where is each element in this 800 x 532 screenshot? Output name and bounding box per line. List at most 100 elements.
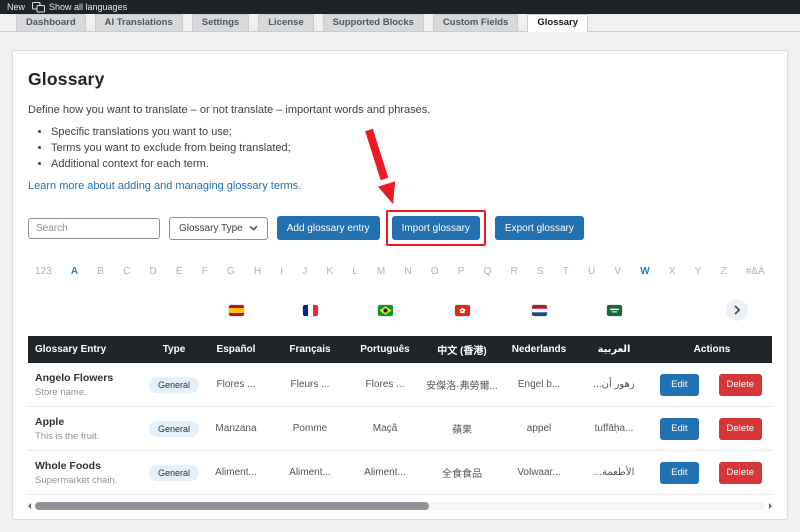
glossary-type-select-label: Glossary Type xyxy=(179,223,243,234)
chevron-down-icon xyxy=(249,225,258,231)
alphabet-letter-L[interactable]: L xyxy=(352,266,358,277)
alphabet-letter-C[interactable]: C xyxy=(123,266,130,277)
languages-icon xyxy=(32,2,45,13)
type-badge: General xyxy=(149,377,199,393)
alphabet-letter-N[interactable]: N xyxy=(404,266,411,277)
alphabet-letter-123[interactable]: 123 xyxy=(35,266,52,277)
alphabet-letter-J[interactable]: J xyxy=(302,266,307,277)
column-header-chinese: 中文 (香港) xyxy=(422,342,502,357)
alphabet-letter-F[interactable]: F xyxy=(202,266,208,277)
alphabet-letter-E[interactable]: E xyxy=(176,266,183,277)
alphabet-letter-V[interactable]: V xyxy=(614,266,621,277)
alphabet-letter-D[interactable]: D xyxy=(149,266,156,277)
translation-french: Pomme xyxy=(272,423,348,434)
tab-license[interactable]: License xyxy=(258,14,313,31)
chevron-right-icon xyxy=(733,305,741,315)
translation-dutch: Volwaar... xyxy=(502,467,576,478)
translation-chinese: 安傑洛·弗勞爾... xyxy=(422,377,502,392)
table-header-row: Glossary Entry Type Español Français Por… xyxy=(28,336,772,363)
alphabet-nav: 123 A B C D E F G H I J K L M N O P Q R S T U V W X Y Z #&À xyxy=(28,266,772,277)
feature-item: Specific translations you want to use; xyxy=(51,126,772,138)
alphabet-letter-X[interactable]: X xyxy=(669,266,676,277)
flag-netherlands-icon xyxy=(532,305,547,316)
translation-spanish: Flores ... xyxy=(200,379,272,390)
alphabet-letter-#&À[interactable]: #&À xyxy=(746,266,765,277)
alphabet-letter-I[interactable]: I xyxy=(280,266,283,277)
translation-french: Fleurs ... xyxy=(272,379,348,390)
alphabet-letter-U[interactable]: U xyxy=(588,266,595,277)
translation-arabic: ...الأطعمة xyxy=(576,467,652,478)
column-header-portuguese: Português xyxy=(348,344,422,355)
alphabet-letter-G[interactable]: G xyxy=(227,266,235,277)
edit-button[interactable]: Edit xyxy=(660,374,698,396)
export-glossary-button[interactable]: Export glossary xyxy=(495,216,584,240)
entry-note: Supermarket chain. xyxy=(35,475,148,486)
add-glossary-entry-button[interactable]: Add glossary entry xyxy=(277,216,380,240)
alphabet-letter-W[interactable]: W xyxy=(640,266,649,277)
tab-supported-blocks[interactable]: Supported Blocks xyxy=(323,14,424,31)
alphabet-letter-O[interactable]: O xyxy=(431,266,439,277)
alphabet-letter-S[interactable]: S xyxy=(537,266,544,277)
type-badge: General xyxy=(149,465,199,481)
import-glossary-button[interactable]: Import glossary xyxy=(392,216,480,240)
scroll-right-arrow[interactable] xyxy=(769,503,772,509)
alphabet-letter-Q[interactable]: Q xyxy=(484,266,492,277)
page-title: Glossary xyxy=(28,69,772,90)
admin-bar-languages[interactable]: Show all languages xyxy=(32,2,127,13)
delete-button[interactable]: Delete xyxy=(719,374,762,396)
translation-spanish: Aliment... xyxy=(200,467,272,478)
alphabet-letter-Z[interactable]: Z xyxy=(720,266,726,277)
scroll-left-arrow[interactable] xyxy=(28,503,31,509)
column-header-entry: Glossary Entry xyxy=(28,344,148,355)
edit-button[interactable]: Edit xyxy=(660,462,698,484)
tab-ai-translations[interactable]: AI Translations xyxy=(95,14,183,31)
entry-note: Store name. xyxy=(35,387,148,398)
delete-button[interactable]: Delete xyxy=(719,462,762,484)
flag-brazil-icon xyxy=(378,305,393,316)
delete-button[interactable]: Delete xyxy=(719,418,762,440)
flag-hong-kong-icon xyxy=(455,305,470,316)
tab-glossary[interactable]: Glossary xyxy=(527,14,588,32)
glossary-type-select[interactable]: Glossary Type xyxy=(169,217,268,240)
alphabet-letter-T[interactable]: T xyxy=(563,266,569,277)
page-description: Define how you want to translate – or no… xyxy=(28,104,772,116)
language-flags-row xyxy=(28,299,772,321)
feature-item: Additional context for each term. xyxy=(51,158,772,170)
flag-france-icon xyxy=(303,305,318,316)
next-languages-button[interactable] xyxy=(726,299,748,321)
entry-name: Angelo Flowers xyxy=(35,372,148,384)
column-header-spanish: Español xyxy=(200,344,272,355)
horizontal-scrollbar xyxy=(28,502,772,510)
translation-portuguese: Flores ... xyxy=(348,379,422,390)
alphabet-letter-H[interactable]: H xyxy=(254,266,261,277)
scrollbar-thumb[interactable] xyxy=(35,502,429,510)
translation-portuguese: Aliment... xyxy=(348,467,422,478)
glossary-toolbar: Glossary Type Add glossary entry Import … xyxy=(28,210,772,246)
alphabet-letter-P[interactable]: P xyxy=(458,266,465,277)
translation-french: Aliment... xyxy=(272,467,348,478)
alphabet-letter-A[interactable]: A xyxy=(71,266,78,277)
flag-saudi-arabia-icon xyxy=(607,305,622,316)
translation-arabic: tuffāḥa... xyxy=(576,423,652,434)
alphabet-letter-K[interactable]: K xyxy=(326,266,333,277)
translation-dutch: appel xyxy=(502,423,576,434)
entry-note: This is the fruit. xyxy=(35,431,148,442)
alphabet-letter-B[interactable]: B xyxy=(97,266,104,277)
tab-settings[interactable]: Settings xyxy=(192,14,249,31)
table-row: Apple This is the fruit. General Manzana… xyxy=(28,407,772,451)
column-header-dutch: Nederlands xyxy=(502,344,576,355)
translation-spanish: Manzana xyxy=(200,423,272,434)
feature-item: Terms you want to exclude from being tra… xyxy=(51,142,772,154)
alphabet-letter-Y[interactable]: Y xyxy=(695,266,702,277)
learn-more-link[interactable]: Learn more about adding and managing glo… xyxy=(28,180,301,192)
admin-bar-new[interactable]: New xyxy=(7,2,25,12)
flag-spain-icon xyxy=(229,305,244,316)
column-header-arabic: العربية xyxy=(576,344,652,355)
alphabet-letter-M[interactable]: M xyxy=(377,266,385,277)
tab-custom-fields[interactable]: Custom Fields xyxy=(433,14,518,31)
alphabet-letter-R[interactable]: R xyxy=(511,266,518,277)
edit-button[interactable]: Edit xyxy=(660,418,698,440)
search-input[interactable] xyxy=(28,218,160,239)
table-row: Angelo Flowers Store name. General Flore… xyxy=(28,363,772,407)
tab-dashboard[interactable]: Dashboard xyxy=(16,14,86,31)
